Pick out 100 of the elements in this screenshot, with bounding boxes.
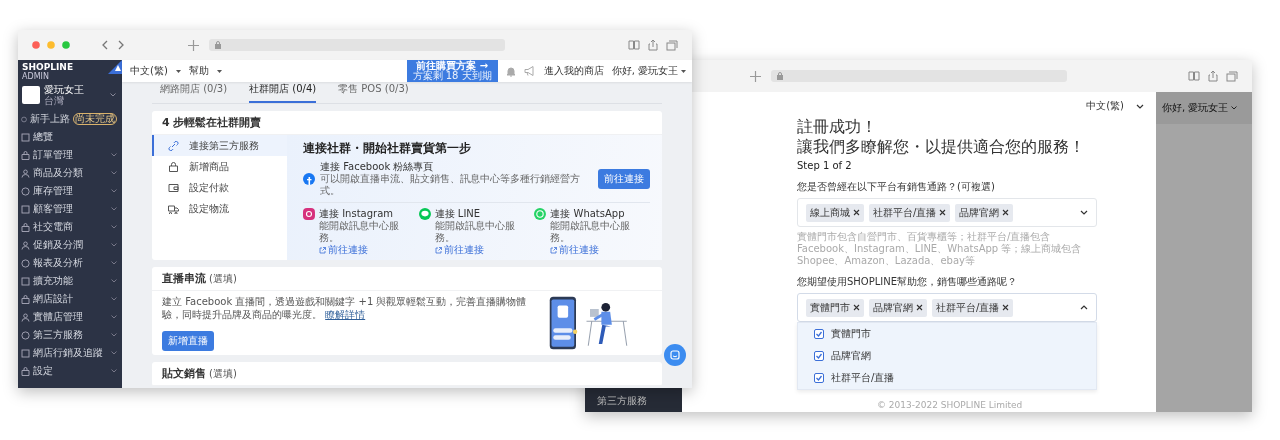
tag-chip[interactable]: 線上商城 xyxy=(806,203,864,222)
add-live-button[interactable]: 新增直播 xyxy=(162,331,214,351)
close-icon[interactable] xyxy=(939,209,947,216)
panel-heading: 連接社群・開始社群賣貨第一步 xyxy=(303,140,472,157)
back-icon[interactable] xyxy=(102,40,108,50)
channel-description: 能開啟訊息中心服務。 xyxy=(318,220,400,244)
share-icon[interactable] xyxy=(1208,70,1218,82)
tabs-icon[interactable] xyxy=(1226,70,1238,82)
account-menu[interactable]: 你好, 愛玩女王 xyxy=(611,64,678,78)
share-icon[interactable] xyxy=(648,39,658,51)
caret-down-icon[interactable] xyxy=(681,69,686,73)
tabs-icon[interactable] xyxy=(666,39,678,51)
sidebar-item[interactable]: 訂單管理 xyxy=(18,146,122,164)
bag-icon xyxy=(21,222,30,232)
wallet-icon xyxy=(168,182,179,193)
tag-chip[interactable]: 實體門市 xyxy=(806,298,864,317)
plus-icon[interactable] xyxy=(188,39,199,51)
card-description: 建立 Facebook 直播間，透過遊戲和關鍵字 +1 與觀眾輕鬆互動，完善直播購物體驗，同時提升品牌及商品的曝光度。 瞭解詳情 xyxy=(162,295,528,321)
close-icon[interactable] xyxy=(853,304,860,311)
account-menu[interactable]: 你好, 愛玩女王 xyxy=(1162,101,1229,115)
tag-chip[interactable]: 社群平台/直播 xyxy=(869,203,951,222)
square-icon xyxy=(21,132,30,142)
connect-link[interactable]: 前往連接 xyxy=(318,244,419,256)
sidebar-item[interactable]: 第三方服務 xyxy=(597,394,682,408)
checkbox[interactable] xyxy=(814,351,824,361)
sidebar-item[interactable]: 顧客管理 xyxy=(18,200,122,218)
bell-icon[interactable] xyxy=(505,65,516,77)
sidebar-item[interactable]: 網店行銷及追蹤 xyxy=(18,344,122,362)
optional-label: (選填) xyxy=(209,367,237,381)
close-icon[interactable] xyxy=(916,304,923,311)
sidebar-item[interactable]: 報表及分析 xyxy=(18,254,122,272)
language-select[interactable]: 中文(繁) xyxy=(1086,99,1124,113)
connect-link[interactable]: 前往連接 xyxy=(550,244,650,256)
dropdown-option[interactable]: 品牌官網 xyxy=(798,345,1096,367)
tag-chip[interactable]: 品牌官網 xyxy=(955,203,1014,222)
external-link-icon xyxy=(434,246,442,254)
sidebar-item[interactable]: 社交電商 xyxy=(18,218,122,236)
dropdown-option[interactable]: 社群平台/直播 xyxy=(798,367,1096,389)
help-menu[interactable]: 幫助 xyxy=(188,64,209,78)
sidebar-item[interactable]: 設定 xyxy=(18,362,122,380)
bag-icon xyxy=(21,366,30,376)
multi-select-field[interactable]: 實體門市 品牌官網 社群平台/直播 xyxy=(797,293,1097,322)
step-item[interactable]: 新增商品 xyxy=(152,156,287,177)
circle-icon xyxy=(21,258,30,268)
megaphone-icon[interactable] xyxy=(523,66,536,76)
sidebar-item[interactable]: 第三方服務 xyxy=(18,326,122,344)
channel-title: 連接 Facebook 粉絲專頁 xyxy=(320,161,435,173)
caret-down-icon[interactable] xyxy=(175,69,181,73)
step-item[interactable]: 設定物流 xyxy=(152,198,287,219)
sidebar-item[interactable]: 網店設計 xyxy=(18,290,122,308)
window-controls-icon[interactable] xyxy=(32,41,70,49)
tag-chip[interactable]: 品牌官網 xyxy=(869,298,927,317)
person-icon xyxy=(21,240,30,250)
chevron-down-icon[interactable] xyxy=(1136,103,1144,109)
language-menu[interactable]: 中文(繁) xyxy=(130,64,168,78)
bag-icon xyxy=(168,161,179,172)
checkbox[interactable] xyxy=(814,373,824,383)
step-item[interactable]: 連接第三方服務 xyxy=(152,135,287,156)
corner-triangle-icon[interactable] xyxy=(108,60,122,74)
book-icon[interactable] xyxy=(1188,71,1200,81)
connect-link[interactable]: 前往連接 xyxy=(434,244,535,256)
forward-icon[interactable] xyxy=(118,40,124,50)
tab[interactable]: 零售 POS (0/3) xyxy=(338,82,409,103)
plus-icon[interactable] xyxy=(750,70,761,82)
learn-more-link[interactable]: 瞭解詳情 xyxy=(325,309,366,320)
copyright-text: © 2013-2022 SHOPLINE Limited xyxy=(876,400,1024,412)
sidebar-item[interactable]: 商品及分類 xyxy=(18,164,122,182)
step-item[interactable]: 設定付款 xyxy=(152,177,287,198)
caret-down-icon[interactable] xyxy=(216,69,222,73)
card-title: 貼文銷售 xyxy=(162,366,206,381)
chevron-down-icon[interactable] xyxy=(1080,210,1088,215)
store-link[interactable]: 進入我的商店 xyxy=(543,64,604,78)
tag-chip[interactable]: 社群平台/直播 xyxy=(932,298,1014,317)
link-icon xyxy=(168,140,179,151)
book-icon[interactable] xyxy=(628,40,640,50)
multi-select-field[interactable]: 線上商城 社群平台/直播 品牌官網 xyxy=(797,198,1097,227)
chevron-down-icon[interactable] xyxy=(1231,106,1238,110)
store-switcher[interactable]: 愛玩女王 台灣 xyxy=(18,82,122,110)
dropdown-option[interactable]: 實體門市 xyxy=(798,323,1096,345)
sidebar-item[interactable]: 總覽 xyxy=(18,128,122,146)
person-icon xyxy=(21,168,30,178)
sidebar-item[interactable]: 庫存管理 xyxy=(18,182,122,200)
sidebar-item[interactable]: 新手上路 尚未完成 xyxy=(18,110,122,128)
chevron-up-icon[interactable] xyxy=(1080,305,1088,310)
tab[interactable]: 社群開店 (0/4) xyxy=(249,82,317,103)
close-icon[interactable] xyxy=(853,209,860,216)
upgrade-button[interactable]: 前往購買方案 → 方案剩 18 天到期 xyxy=(406,60,498,82)
tab[interactable]: 網路開店 (0/3) xyxy=(160,82,228,103)
sidebar-item[interactable]: 促銷及分潤 xyxy=(18,236,122,254)
close-icon[interactable] xyxy=(1002,304,1010,311)
question-label: 您是否曾經在以下平台有銷售通路？(可複選) xyxy=(797,180,996,194)
bag-icon xyxy=(21,294,30,304)
sidebar-item[interactable]: 實體店管理 xyxy=(18,308,122,326)
close-icon[interactable] xyxy=(1002,209,1010,216)
connect-button[interactable]: 前往連接 xyxy=(598,169,650,189)
sidebar-item[interactable]: 擴充功能 xyxy=(18,272,122,290)
logo-text[interactable]: SHOPLINE xyxy=(22,62,74,72)
checkbox[interactable] xyxy=(814,329,824,339)
channel-description: 可以開啟直播串流、貼文銷售、訊息中心等多種行銷經營方式。 xyxy=(320,173,581,197)
dialog-title: 註冊成功！ 讓我們多瞭解您・以提供適合您的服務！ xyxy=(797,117,1086,157)
